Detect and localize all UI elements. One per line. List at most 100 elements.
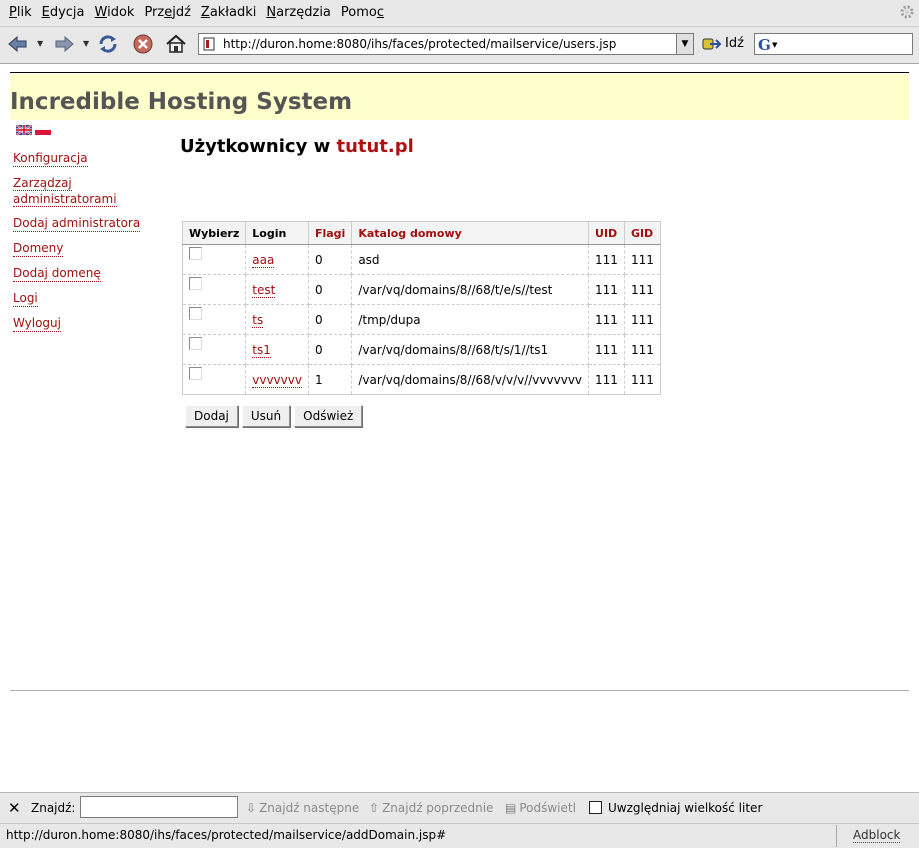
forward-button[interactable]: [52, 33, 76, 57]
user-login-link[interactable]: test: [252, 282, 276, 298]
reload-icon: [97, 34, 119, 57]
column-header-login: Login: [245, 221, 309, 245]
page-content: Incredible Hosting System Konfiguracja Za…: [0, 64, 919, 792]
menu-item[interactable]: Plik: [4, 5, 37, 20]
match-case-checkbox[interactable]: [589, 801, 602, 814]
menu-item[interactable]: Narzędzia: [261, 5, 336, 20]
menu-item-text: lik: [16, 5, 32, 20]
sidebar-item-konfiguracja[interactable]: Konfiguracja: [13, 150, 88, 167]
forward-dropdown-icon[interactable]: ▼: [83, 39, 89, 48]
column-header-uid[interactable]: UID: [588, 221, 625, 245]
find-previous-button[interactable]: ⇧ Znajdź poprzednie: [369, 801, 493, 815]
menu-item[interactable]: Przejdź: [139, 5, 195, 20]
highlight-button[interactable]: ▤ Podświetl: [505, 801, 576, 815]
page-icon: [203, 37, 215, 51]
users-table: Wybierz Login Flagi Katalog domowy UID G…: [182, 221, 661, 395]
row-select-checkbox[interactable]: [189, 306, 202, 320]
menu-item-text: jdź: [172, 5, 191, 20]
url-input[interactable]: [223, 35, 673, 53]
stop-button[interactable]: [131, 33, 155, 57]
menu-item[interactable]: Widok: [90, 5, 140, 20]
english-flag-icon[interactable]: [15, 124, 33, 136]
menu-item-text: arzędzia: [276, 5, 331, 20]
uid-cell: 111: [588, 304, 625, 335]
table-row: test 0/var/vq/domains/8//68/t/e/s//test 11…: [182, 274, 661, 305]
add-button[interactable]: Dodaj: [185, 405, 238, 427]
site-header: Incredible Hosting System: [10, 74, 909, 120]
column-header-katalog-domowy[interactable]: Katalog domowy: [351, 221, 590, 245]
column-header-wybierz: Wybierz: [182, 221, 247, 245]
forward-icon: [54, 35, 74, 55]
page-title: Użytkownicy w tutut.pl: [180, 136, 414, 157]
url-history-dropdown[interactable]: ▼: [676, 34, 693, 54]
flags-cell: 0: [308, 304, 353, 335]
find-previous-label: Znajdź poprzednie: [382, 801, 494, 815]
refresh-button[interactable]: Odśwież: [294, 405, 363, 427]
sidebar-item-logi[interactable]: Logi: [13, 290, 38, 307]
flags-cell: 0: [308, 334, 353, 365]
user-login-link[interactable]: vvvvvvv: [252, 372, 302, 388]
home-dir-cell: /var/vq/domains/8//68/v/v/v//vvvvvvv: [351, 364, 590, 395]
login-cell: test: [245, 274, 309, 305]
footer-rule: [10, 690, 909, 691]
row-select-checkbox[interactable]: [189, 336, 202, 350]
polish-flag-icon[interactable]: [34, 124, 52, 135]
row-select-checkbox[interactable]: [189, 246, 202, 260]
sidebar-nav: Konfiguracja Zarządzaj administratorami Do…: [13, 150, 163, 340]
search-bar[interactable]: G ▼: [754, 33, 913, 55]
site-title: Incredible Hosting System: [10, 89, 353, 115]
navigation-toolbar: ▼ ▼ ▼ Idź G ▼: [0, 27, 919, 64]
menu-item[interactable]: Zakładki: [196, 5, 261, 20]
go-button[interactable]: Idź: [702, 36, 744, 51]
row-select-checkbox[interactable]: [189, 276, 202, 290]
reload-button[interactable]: [96, 33, 120, 57]
url-bar[interactable]: ▼: [198, 33, 694, 55]
sidebar-item-wyloguj[interactable]: Wyloguj: [13, 315, 61, 332]
menu-item[interactable]: Edycja: [37, 5, 90, 20]
language-switcher: [15, 124, 52, 136]
menu-bar: Plik Edycja Widok Przejdź Zakładki Narzędzia P…: [0, 0, 919, 27]
find-input[interactable]: [80, 796, 238, 818]
user-login-link[interactable]: ts1: [252, 342, 271, 358]
back-dropdown-icon[interactable]: ▼: [37, 39, 43, 48]
sidebar-item-domeny[interactable]: Domeny: [13, 240, 64, 257]
table-row: aaa 0 asd 111 111: [182, 244, 661, 275]
highlight-icon: ▤: [505, 801, 517, 815]
gid-cell: 111: [624, 304, 661, 335]
status-bar: http://duron.home:8080/ihs/faces/protect…: [0, 823, 919, 848]
sidebar-item-dodaj-domene[interactable]: Dodaj domenę: [13, 265, 101, 282]
gid-cell: 111: [624, 334, 661, 365]
adblock-button[interactable]: Adblock: [853, 828, 901, 843]
column-header-gid[interactable]: GID: [624, 221, 661, 245]
row-select-checkbox[interactable]: [189, 366, 202, 380]
find-next-button[interactable]: ⇩ Znajdź następne: [246, 801, 359, 815]
user-login-link[interactable]: ts: [252, 312, 264, 328]
sidebar-item-zarzadzaj-administratorami[interactable]: Zarządzaj administratorami: [13, 175, 123, 207]
chevron-down-icon: ▼: [681, 39, 689, 49]
match-case-label[interactable]: Uwzględniaj wielkość liter: [608, 801, 762, 815]
remove-button[interactable]: Usuń: [241, 405, 291, 427]
highlight-label: Podświetl: [519, 801, 576, 815]
back-button[interactable]: [6, 33, 30, 57]
close-find-bar-icon[interactable]: ✕: [8, 799, 21, 817]
search-engine-icon[interactable]: G: [758, 36, 771, 54]
menu-item-text: dycja: [49, 5, 85, 20]
menu-item[interactable]: Pomoc: [336, 5, 389, 20]
user-login-link[interactable]: aaa: [252, 252, 275, 268]
gid-cell: 111: [624, 274, 661, 305]
home-button[interactable]: [164, 33, 188, 57]
login-cell: ts: [245, 304, 309, 335]
flags-cell: 0: [308, 274, 353, 305]
table-actions: Dodaj Usuń Odśwież: [185, 405, 363, 427]
gid-cell: 111: [624, 244, 661, 275]
header-rule: [10, 72, 909, 73]
gid-cell: 111: [624, 364, 661, 395]
find-next-label: Znajdź następne: [259, 801, 360, 815]
column-header-flagi[interactable]: Flagi: [308, 221, 353, 245]
menu-item-accelerator: Z: [200, 5, 210, 20]
menu-item-accelerator: c: [376, 5, 385, 20]
select-cell: [182, 274, 247, 305]
sidebar-item-dodaj-administratora[interactable]: Dodaj administratora: [13, 215, 141, 232]
search-engine-dropdown-icon[interactable]: ▼: [772, 41, 777, 49]
flags-cell: 0: [308, 244, 353, 275]
